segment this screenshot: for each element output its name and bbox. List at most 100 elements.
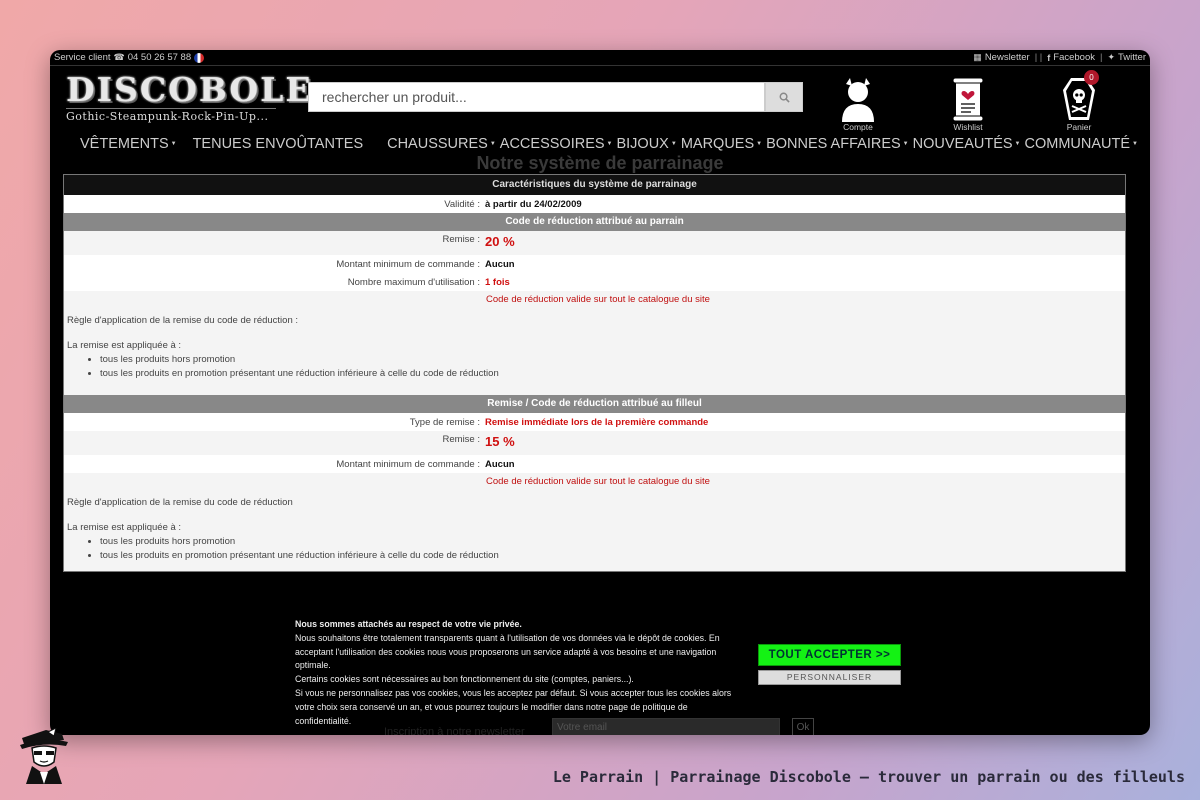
sponsor-rule-intro: La remise est appliquée à : — [67, 340, 182, 351]
sponsor-min-order-label: Montant minimum de commande : — [336, 258, 480, 270]
sponsor-discount-row: Remise : 20 % — [64, 231, 1125, 255]
browser-window: Service client ☎ 04 50 26 57 88 ▦ Newsle… — [50, 50, 1150, 735]
sponsor-heading: Code de réduction attribué au parrain — [64, 213, 1125, 231]
nav-item[interactable]: TENUES ENVOÛTANTES — [193, 136, 364, 152]
account-icon — [842, 78, 874, 122]
newsletter-ok-button[interactable]: Ok — [792, 718, 814, 735]
account-link[interactable]: Compte — [828, 70, 888, 132]
top-bar: Service client ☎ 04 50 26 57 88 ▦ Newsle… — [50, 50, 1150, 66]
search-input[interactable] — [308, 82, 765, 112]
nav-item-label: TENUES ENVOÛTANTES — [192, 136, 364, 152]
nav-item-label: CHAUSSURES — [387, 136, 488, 152]
wishlist-link[interactable]: Wishlist — [938, 70, 998, 132]
search-icon — [779, 92, 790, 103]
nav-item[interactable]: CHAUSSURES ▼ — [387, 136, 496, 152]
caret-down-icon: ▼ — [902, 141, 909, 147]
account-label: Compte — [843, 122, 873, 132]
nav-item[interactable]: COMMUNAUTÉ ▼ — [1025, 136, 1138, 152]
validity-row: Validité : à partir du 24/02/2009 — [64, 195, 1125, 213]
sponsor-rule-list: tous les produits hors promotion tous le… — [100, 353, 1122, 381]
facebook-icon: f — [1047, 52, 1051, 63]
referee-min-order-row: Montant minimum de commande : Aucun — [64, 455, 1125, 473]
cookie-paragraph: Nous souhaitons être totalement transpar… — [295, 632, 720, 671]
accept-all-cookies-button[interactable]: TOUT ACCEPTER >> — [758, 644, 901, 666]
page-caption: Le Parrain | Parrainage Discobole — trou… — [552, 768, 1185, 786]
sponsor-rule-title: Règle d'application de la remise du code… — [67, 315, 299, 326]
sponsor-validity-note: Code de réduction valide sur tout le cat… — [64, 291, 1125, 309]
referee-type-value: Remise immédiate lors de la première com… — [485, 416, 709, 428]
caret-down-icon: ▼ — [1014, 141, 1021, 147]
referee-discount-value: 15 % — [485, 434, 515, 449]
validity-label: Validité : — [444, 198, 480, 210]
social-links: ▦ Newsletter | | f Facebook | ✦ Twitter — [973, 52, 1146, 63]
referee-type-label: Type de remise : — [409, 416, 480, 428]
search-bar — [308, 82, 803, 112]
referee-rule-list: tous les produits hors promotion tous le… — [100, 535, 1122, 563]
sponsorship-table: Caractéristiques du système de parrainag… — [63, 174, 1126, 572]
separator: | | — [1034, 52, 1043, 63]
phone-number[interactable]: 04 50 26 57 88 — [128, 52, 191, 63]
referee-min-order-label: Montant minimum de commande : — [336, 458, 480, 470]
service-contact: Service client ☎ 04 50 26 57 88 — [54, 52, 205, 63]
list-item: tous les produits en promotion présentan… — [100, 367, 1122, 381]
cookie-paragraph: Certains cookies sont nécessaires au bon… — [295, 674, 634, 685]
caret-down-icon: ▼ — [170, 141, 177, 147]
sponsor-rule-block: Règle d'application de la remise du code… — [64, 309, 1125, 395]
flag-fr-icon[interactable] — [194, 52, 205, 63]
referee-rule-block: Règle d'application de la remise du code… — [64, 491, 1125, 571]
nav-item-label: VÊTEMENTS — [80, 136, 169, 152]
cookie-title: Nous sommes attachés au respect de votre… — [295, 619, 522, 629]
logo-name: DISCOBOLE — [66, 70, 313, 109]
logo-tagline: Gothic-Steampunk-Rock-Pin-Up... — [66, 108, 276, 123]
nav-item[interactable]: NOUVEAUTÉS ▼ — [913, 136, 1021, 152]
customize-cookies-button[interactable]: PERSONNALISER — [758, 670, 901, 685]
nav-item-label: BIJOUX — [616, 136, 669, 152]
nav-item[interactable]: VÊTEMENTS ▼ — [80, 136, 177, 152]
page-title: Notre système de parrainage — [476, 153, 724, 173]
cart-count-badge: 0 — [1084, 70, 1099, 85]
facebook-link[interactable]: Facebook — [1053, 52, 1095, 63]
referee-discount-label: Remise : — [442, 434, 480, 445]
cart-label: Panier — [1066, 122, 1092, 132]
site-logo[interactable]: DISCOBOLE Gothic-Steampunk-Rock-Pin-Up..… — [66, 70, 313, 123]
wishlist-label: Wishlist — [953, 122, 983, 132]
mascot-icon — [20, 728, 68, 784]
referee-min-order-value: Aucun — [485, 458, 515, 470]
sponsor-discount-label: Remise : — [442, 234, 480, 245]
sponsor-discount-value: 20 % — [485, 234, 515, 249]
caret-down-icon: ▼ — [756, 141, 763, 147]
cart-link[interactable]: Panier 0 — [1049, 70, 1109, 132]
caret-down-icon: ▼ — [489, 141, 496, 147]
list-item: tous les produits en promotion présentan… — [100, 549, 1122, 563]
twitter-icon: ✦ — [1107, 52, 1116, 62]
sponsor-min-order-value: Aucun — [485, 258, 515, 270]
nav-item[interactable]: BONNES AFFAIRES ▼ — [766, 136, 909, 152]
list-item: tous les produits hors promotion — [100, 353, 1122, 367]
referee-heading: Remise / Code de réduction attribué au f… — [64, 395, 1125, 413]
wishlist-icon — [952, 78, 984, 122]
service-label: Service client — [54, 52, 111, 63]
newsletter-link[interactable]: Newsletter — [985, 52, 1030, 63]
sponsor-max-use-row: Nombre maximum d'utilisation : 1 fois — [64, 273, 1125, 291]
nav-item[interactable]: BIJOUX ▼ — [616, 136, 676, 152]
newsletter-icon: ▦ — [973, 52, 982, 62]
twitter-link[interactable]: Twitter — [1118, 52, 1146, 63]
referee-validity-note: Code de réduction valide sur tout le cat… — [64, 473, 1125, 491]
nav-item[interactable]: MARQUES ▼ — [681, 136, 762, 152]
caret-down-icon: ▼ — [606, 141, 613, 147]
search-button[interactable] — [765, 82, 803, 112]
characteristics-heading: Caractéristiques du système de parrainag… — [64, 175, 1125, 195]
nav-item-label: COMMUNAUTÉ — [1024, 136, 1131, 152]
cookie-banner-text: Nous sommes attachés au respect de votre… — [295, 618, 745, 728]
cookie-paragraph: Si vous ne personnalisez pas vos cookies… — [295, 687, 732, 726]
caret-down-icon: ▼ — [1132, 141, 1138, 147]
sponsor-max-use-label: Nombre maximum d'utilisation : — [347, 276, 480, 288]
referee-rule-intro: La remise est appliquée à : — [67, 522, 182, 533]
sponsor-min-order-row: Montant minimum de commande : Aucun — [64, 255, 1125, 273]
referee-discount-row: Remise : 15 % — [64, 431, 1125, 455]
validity-value: à partir du 24/02/2009 — [485, 198, 582, 210]
site-header: DISCOBOLE Gothic-Steampunk-Rock-Pin-Up..… — [50, 66, 1150, 134]
separator: | — [1100, 52, 1103, 63]
nav-item[interactable]: ACCESSOIRES ▼ — [500, 136, 613, 152]
sponsor-max-use-value: 1 fois — [485, 276, 510, 288]
